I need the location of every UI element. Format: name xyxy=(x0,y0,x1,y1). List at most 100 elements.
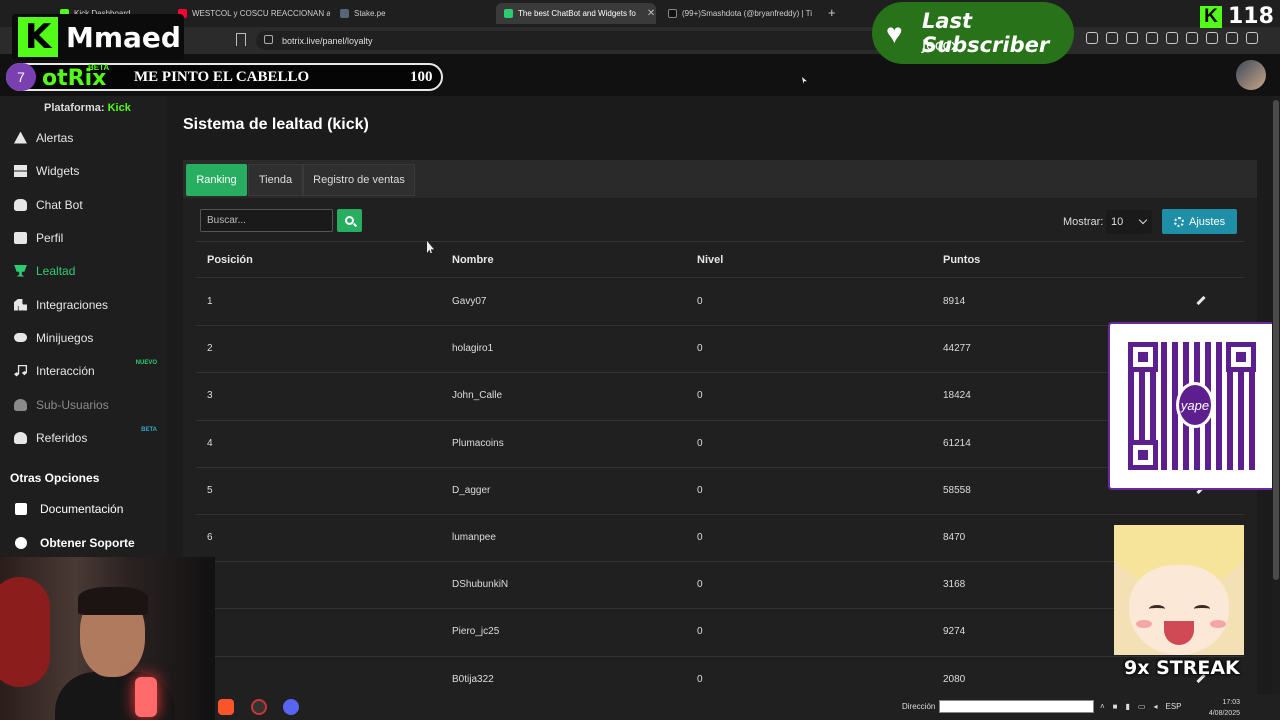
chevron-up-icon[interactable]: ˄ xyxy=(1100,702,1105,711)
browser-tab[interactable]: (99+)Smashdota (@bryanfreddy) | Ti xyxy=(660,3,820,24)
help-icon xyxy=(15,537,27,549)
tab-tienda[interactable]: Tienda xyxy=(248,164,303,196)
browser-tab[interactable]: WESTCOL y COSCU REACCIONAN a xyxy=(170,3,330,24)
cell-level: 0 xyxy=(697,626,703,638)
tab-registro-ventas[interactable]: Registro de ventas xyxy=(303,164,415,196)
tab-label: The best ChatBot and Widgets fo xyxy=(518,9,636,18)
column-header-posicion[interactable]: Posición xyxy=(207,254,253,266)
cell-level: 0 xyxy=(697,673,703,685)
scrollbar-thumb[interactable] xyxy=(1273,100,1279,580)
sidebar-icon[interactable] xyxy=(1166,32,1178,44)
goal-text: ME PINTO EL CABELLO xyxy=(134,69,310,85)
sidebar-item-perfil[interactable]: Perfil xyxy=(0,221,167,254)
browser-tab-bar: Kick Dashboard WESTCOL y COSCU REACCIONA… xyxy=(0,0,1280,27)
sidebar-item-lealtad[interactable]: Lealtad xyxy=(0,254,167,287)
row-divider xyxy=(196,608,1244,610)
obs-icon[interactable] xyxy=(251,699,267,715)
screen: Kick Dashboard WESTCOL y COSCU REACCIONA… xyxy=(0,0,1280,720)
extension-icon[interactable] xyxy=(1106,32,1118,44)
browser-tab[interactable]: Stake.pe xyxy=(332,3,492,24)
anime-eye xyxy=(1149,605,1165,613)
cell-position: 2 xyxy=(207,343,213,355)
taskbar-clock[interactable]: 17:03 4/08/2025 xyxy=(1204,697,1240,719)
shield-icon[interactable] xyxy=(1226,32,1238,44)
extension-icon[interactable] xyxy=(1086,32,1098,44)
qr-code-icon: yape xyxy=(1128,342,1256,470)
tab-ranking[interactable]: Ranking xyxy=(186,164,247,196)
cell-level: 0 xyxy=(697,296,703,307)
cell-points: 8914 xyxy=(943,296,966,307)
platform-label: Plataforma: Kick xyxy=(44,102,131,114)
mic-icon[interactable]: ▮ xyxy=(1126,702,1130,711)
cell-position: 4 xyxy=(207,437,213,449)
wallet-icon[interactable] xyxy=(1186,32,1198,44)
extension-icons xyxy=(1086,32,1258,44)
sidebar-item-soporte[interactable]: Obtener Soporte xyxy=(0,528,167,558)
bookmark-icon[interactable] xyxy=(236,33,246,46)
cell-position: 5 xyxy=(207,484,213,496)
webcam-body xyxy=(55,672,175,720)
webcam-chair xyxy=(0,577,50,687)
widgets-icon xyxy=(14,164,27,177)
platform-value: Kick xyxy=(107,102,131,114)
goal-bar: 7 otRix BETA ME PINTO EL CABELLO 100 xyxy=(6,63,443,91)
site-info-icon[interactable] xyxy=(264,35,273,44)
show-label: Mostrar: xyxy=(1063,216,1104,228)
column-header-puntos[interactable]: Puntos xyxy=(943,254,980,266)
sidebar-item-minijuegos[interactable]: Minijuegos xyxy=(0,321,167,354)
column-header-nombre[interactable]: Nombre xyxy=(452,254,494,266)
sidebar-item-interaccion[interactable]: Interacción NUEVO xyxy=(0,354,167,387)
referrals-icon xyxy=(14,431,27,444)
cell-level: 0 xyxy=(697,437,703,449)
music-icon[interactable] xyxy=(1146,32,1158,44)
volume-icon[interactable]: ◂ xyxy=(1153,702,1157,711)
streak-label: 9x STREAK xyxy=(1124,657,1240,679)
cell-level: 0 xyxy=(697,390,703,402)
cell-points: 58558 xyxy=(943,484,971,496)
search-button[interactable] xyxy=(337,209,362,232)
new-tab-button[interactable]: + xyxy=(828,5,836,20)
scrollbar[interactable] xyxy=(1272,96,1280,694)
extension-icon[interactable] xyxy=(1126,32,1138,44)
sidebar-item-alertas[interactable]: Alertas xyxy=(0,121,167,154)
id-card-icon xyxy=(14,231,27,244)
row-divider xyxy=(196,466,1244,468)
anime-blush xyxy=(1210,620,1226,628)
sidebar-item-chatbot[interactable]: Chat Bot xyxy=(0,188,167,221)
sidebar-item-referidos[interactable]: Referidos BETA xyxy=(0,421,167,454)
brave-icon[interactable] xyxy=(218,699,234,715)
browser-tab-active[interactable]: The best ChatBot and Widgets fo ✕ xyxy=(496,3,656,24)
nvidia-icon[interactable]: ■ xyxy=(1113,702,1118,711)
music-icon xyxy=(14,364,27,377)
cell-level: 0 xyxy=(697,532,703,543)
search-input[interactable]: Buscar... xyxy=(200,209,333,232)
column-header-nivel[interactable]: Nivel xyxy=(697,254,723,266)
stake-favicon-icon xyxy=(340,9,349,18)
network-icon[interactable]: ▭ xyxy=(1138,702,1146,711)
cell-position: 1 xyxy=(207,296,213,307)
sidebar-item-sub-usuarios[interactable]: Sub-Usuarios xyxy=(0,388,167,421)
cell-name: Plumacoins xyxy=(452,437,504,449)
address-bar[interactable]: botrix.live/panel/loyalty xyxy=(256,31,896,50)
settings-button[interactable]: Ajustes xyxy=(1162,209,1237,234)
heart-icon: ♥ xyxy=(886,18,903,49)
ai-icon[interactable] xyxy=(1206,32,1218,44)
avatar[interactable] xyxy=(1236,60,1266,90)
sidebar-item-documentacion[interactable]: Documentación xyxy=(0,494,167,524)
cell-name: B0tija322 xyxy=(452,673,494,685)
discord-icon[interactable] xyxy=(283,699,299,715)
language-indicator[interactable]: ESP xyxy=(1166,702,1182,711)
cell-position: 6 xyxy=(207,532,213,543)
page-size-select[interactable]: 10 xyxy=(1106,210,1152,234)
goal-badge: 7 xyxy=(6,63,36,91)
sidebar-item-widgets[interactable]: Widgets xyxy=(0,154,167,187)
tab-label: Stake.pe xyxy=(354,9,386,18)
close-tab-icon[interactable]: ✕ xyxy=(647,8,655,19)
address-toolbar-input[interactable] xyxy=(939,700,1094,713)
sidebar-item-label: Minijuegos xyxy=(36,330,94,345)
system-tray: ˄ ■ ▮ ▭ ◂ ESP xyxy=(1100,702,1182,711)
cell-level: 0 xyxy=(697,579,703,591)
sidebar-item-integraciones[interactable]: Integraciones xyxy=(0,288,167,321)
menu-icon[interactable] xyxy=(1246,32,1258,44)
cell-name: Gavy07 xyxy=(452,296,487,307)
